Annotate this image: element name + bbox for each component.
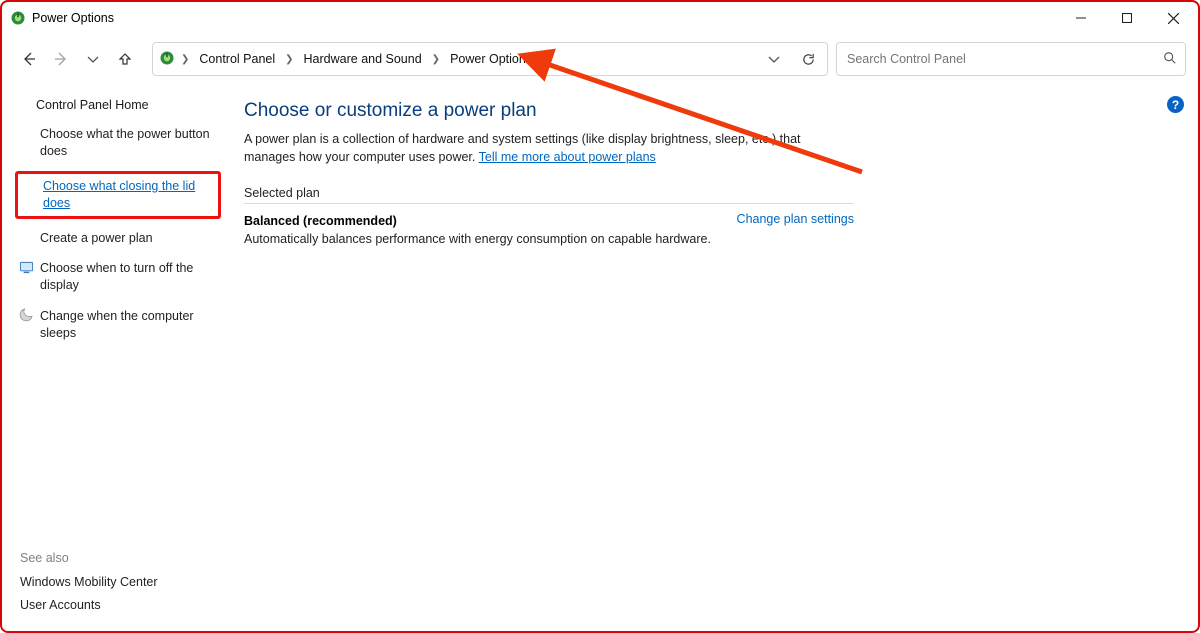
breadcrumb-item[interactable]: Power Options: [446, 49, 536, 69]
breadcrumb-item[interactable]: Hardware and Sound: [300, 49, 426, 69]
window-title: Power Options: [32, 11, 114, 25]
sidebar: Control Panel Home Choose what the power…: [2, 84, 224, 631]
blank-icon: [18, 230, 34, 247]
navigation-bar: ❯ Control Panel ❯ Hardware and Sound ❯ P…: [14, 40, 1186, 78]
search-box[interactable]: [836, 42, 1186, 76]
change-plan-settings-link[interactable]: Change plan settings: [737, 212, 854, 226]
sidebar-link-turn-off-display[interactable]: Choose when to turn off the display: [18, 260, 218, 294]
sidebar-link-closing-lid[interactable]: Choose what closing the lid does: [15, 171, 221, 219]
search-icon[interactable]: [1163, 51, 1177, 68]
page-title: Choose or customize a power plan: [244, 100, 854, 122]
chevron-right-icon[interactable]: ❯: [179, 54, 191, 65]
selected-plan-label: Selected plan: [244, 186, 854, 204]
nav-up-button[interactable]: [110, 44, 140, 74]
address-bar[interactable]: ❯ Control Panel ❯ Hardware and Sound ❯ P…: [152, 42, 828, 76]
refresh-button[interactable]: [795, 46, 821, 72]
close-button[interactable]: [1150, 2, 1196, 34]
page-description: A power plan is a collection of hardware…: [244, 130, 854, 166]
app-icon: [10, 10, 26, 26]
learn-more-link[interactable]: Tell me more about power plans: [479, 150, 656, 164]
sidebar-link-power-button[interactable]: Choose what the power button does: [18, 126, 218, 160]
title-bar: Power Options: [2, 2, 1198, 34]
sidebar-link-create-plan[interactable]: Create a power plan: [18, 230, 218, 247]
sidebar-link-label: Choose when to turn off the display: [40, 260, 218, 294]
minimize-button[interactable]: [1058, 2, 1104, 34]
chevron-right-icon[interactable]: ❯: [283, 54, 295, 65]
see-also-user-accounts[interactable]: User Accounts: [20, 598, 218, 612]
sidebar-link-computer-sleeps[interactable]: Change when the computer sleeps: [18, 308, 218, 342]
see-also-mobility-center[interactable]: Windows Mobility Center: [20, 575, 218, 589]
monitor-icon: [18, 260, 34, 294]
nav-back-button[interactable]: [14, 44, 44, 74]
breadcrumb-item[interactable]: Control Panel: [195, 49, 279, 69]
search-input[interactable]: [845, 51, 1163, 67]
control-panel-home-link[interactable]: Control Panel Home: [36, 98, 218, 112]
moon-icon: [18, 308, 34, 342]
plan-description: Automatically balances performance with …: [244, 232, 711, 246]
sidebar-link-label: Choose what closing the lid does: [43, 178, 215, 212]
see-also-section: See also Windows Mobility Center User Ac…: [18, 531, 218, 621]
address-icon: [159, 50, 175, 69]
main-content: ? Choose or customize a power plan A pow…: [224, 84, 1198, 631]
maximize-button[interactable]: [1104, 2, 1150, 34]
nav-history-button[interactable]: [78, 44, 108, 74]
see-also-header: See also: [20, 551, 218, 565]
sidebar-link-label: Change when the computer sleeps: [40, 308, 218, 342]
address-dropdown-button[interactable]: [761, 46, 787, 72]
plan-name: Balanced (recommended): [244, 214, 711, 228]
nav-forward-button[interactable]: [46, 44, 76, 74]
sidebar-link-label: Create a power plan: [40, 230, 218, 247]
chevron-right-icon[interactable]: ❯: [430, 54, 442, 65]
blank-icon: [18, 126, 34, 160]
sidebar-link-label: Choose what the power button does: [40, 126, 218, 160]
help-button[interactable]: ?: [1167, 96, 1184, 113]
blank-icon: [21, 178, 37, 212]
